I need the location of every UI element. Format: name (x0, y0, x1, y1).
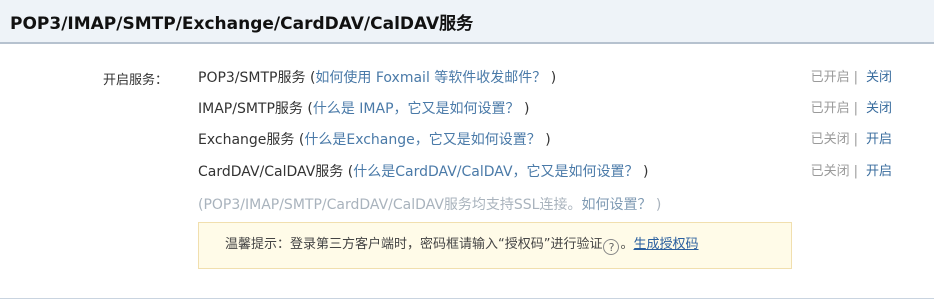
service-help-link[interactable]: 什么是CardDAV/CalDAV，它又是如何设置？ (353, 164, 638, 180)
paren-close: ) (519, 101, 530, 117)
toggle-service-link[interactable]: 开启 (866, 132, 892, 147)
service-row-pop3-smtp: POP3/SMTP服务 (如何使用 Foxmail 等软件收发邮件？ ) 已开启… (198, 68, 892, 88)
service-name: Exchange服务 (198, 132, 295, 148)
auth-code-tip-box: 温馨提示：登录第三方客户端时，密码框请输入“授权码”进行验证? 。生成授权码 (198, 222, 792, 269)
paren-close: ) (638, 164, 649, 180)
paren-open: ( (343, 164, 354, 180)
status-area: 已开启 | 关闭 (811, 99, 892, 119)
service-name: CardDAV/CalDAV服务 (198, 164, 344, 180)
service-help-link[interactable]: 什么是 IMAP，它又是如何设置？ (313, 101, 520, 117)
status-area: 已关闭 | 开启 (811, 162, 892, 182)
paren-open: ( (294, 132, 305, 148)
service-row-carddav-caldav: CardDAV/CalDAV服务 (什么是CardDAV/CalDAV，它又是如… (198, 162, 892, 182)
ssl-note-text: (POP3/IMAP/SMTP/CardDAV/CalDAV服务均支持SSL连接… (198, 197, 582, 213)
toggle-service-link[interactable]: 开启 (866, 164, 892, 179)
tip-period: 。 (620, 237, 634, 252)
service-help-link[interactable]: 如何使用 Foxmail 等软件收发邮件？ (315, 70, 546, 86)
ssl-note-close: ) (651, 197, 662, 213)
question-help-icon[interactable]: ? (603, 239, 620, 255)
paren-close: ) (546, 70, 557, 86)
ssl-support-note: (POP3/IMAP/SMTP/CardDAV/CalDAV服务均支持SSL连接… (198, 195, 661, 215)
status-area: 已开启 | 关闭 (811, 68, 892, 88)
status-text: 已关闭 (810, 164, 850, 179)
status-text: 已关闭 (810, 132, 850, 147)
toggle-service-link[interactable]: 关闭 (866, 101, 892, 116)
tip-text-line: 温馨提示：登录第三方客户端时，密码框请输入“授权码”进行验证? 。生成授权码 (225, 235, 699, 255)
status-text: 已开启 (810, 70, 850, 85)
service-name: POP3/SMTP服务 (198, 70, 306, 86)
mail-settings-panel: POP3/IMAP/SMTP/Exchange/CardDAV/CalDAV服务… (0, 0, 934, 308)
status-area: 已关闭 | 开启 (811, 130, 892, 150)
status-separator: | (853, 132, 858, 147)
status-separator: | (853, 70, 858, 85)
section-title: POP3/IMAP/SMTP/Exchange/CardDAV/CalDAV服务 (10, 14, 474, 34)
enable-services-label: 开启服务： (103, 73, 169, 88)
ssl-setup-link[interactable]: 如何设置？ (581, 197, 651, 213)
service-row-exchange: Exchange服务 (什么是Exchange，它又是如何设置？ ) 已关闭 | 开… (198, 130, 892, 150)
status-separator: | (853, 101, 858, 116)
status-separator: | (853, 164, 858, 179)
paren-close: ) (540, 132, 551, 148)
toggle-service-link[interactable]: 关闭 (866, 70, 892, 85)
paren-open: ( (302, 101, 313, 117)
bottom-divider (0, 298, 934, 299)
status-text: 已开启 (810, 101, 850, 116)
service-row-imap-smtp: IMAP/SMTP服务 (什么是 IMAP，它又是如何设置？ ) 已开启 | 关闭 (198, 99, 892, 119)
tip-text: 温馨提示：登录第三方客户端时，密码框请输入“授权码”进行验证 (225, 237, 603, 252)
service-help-link[interactable]: 什么是Exchange，它又是如何设置？ (304, 132, 540, 148)
paren-open: ( (305, 70, 316, 86)
section-header: POP3/IMAP/SMTP/Exchange/CardDAV/CalDAV服务 (0, 0, 934, 44)
service-name: IMAP/SMTP服务 (198, 101, 303, 117)
generate-auth-code-link[interactable]: 生成授权码 (634, 237, 699, 252)
